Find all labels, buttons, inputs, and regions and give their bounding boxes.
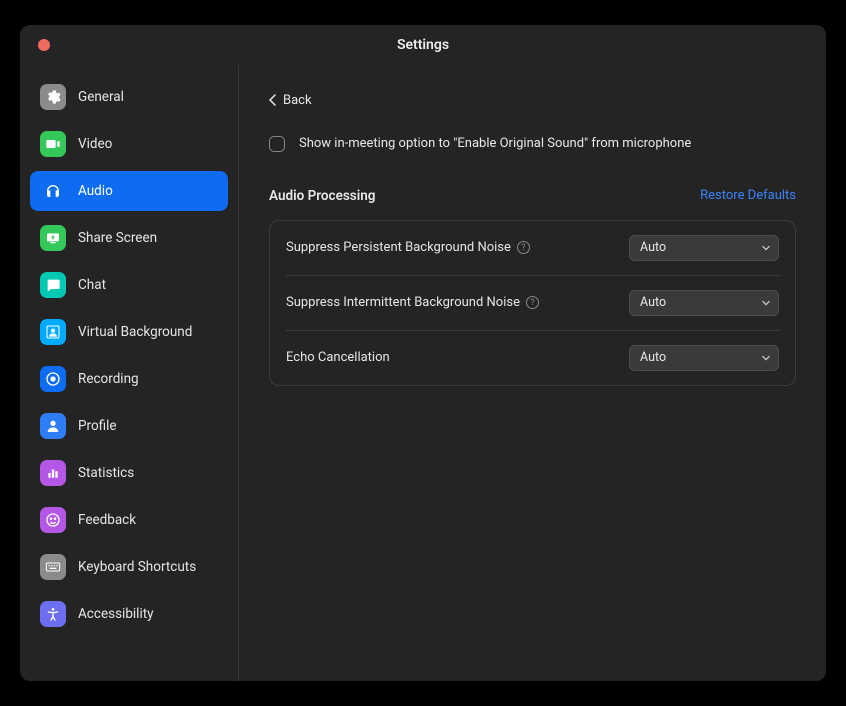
original-sound-checkbox[interactable] — [269, 136, 285, 152]
sidebar-item-label: Profile — [78, 418, 117, 434]
person-bg-icon — [40, 319, 66, 345]
sidebar-item-chat[interactable]: Chat — [30, 265, 228, 305]
row-label: Echo Cancellation — [286, 350, 390, 365]
sidebar-item-label: Statistics — [78, 465, 134, 481]
main-panel: Back Show in-meeting option to "Enable O… — [239, 65, 826, 681]
sidebar-item-recording[interactable]: Recording — [30, 359, 228, 399]
sidebar-item-label: Video — [78, 136, 112, 152]
help-icon[interactable]: ? — [517, 241, 530, 254]
sidebar-item-general[interactable]: General — [30, 77, 228, 117]
sidebar-item-label: Chat — [78, 277, 106, 293]
row-label: Suppress Persistent Background Noise? — [286, 240, 530, 255]
back-button[interactable]: Back — [269, 93, 312, 108]
restore-defaults-link[interactable]: Restore Defaults — [700, 188, 796, 203]
sidebar-item-label: Feedback — [78, 512, 136, 528]
video-icon — [40, 131, 66, 157]
panel-row: Echo Cancellation Auto — [286, 331, 779, 385]
close-window-button[interactable] — [38, 39, 50, 51]
screen-icon — [40, 225, 66, 251]
chevron-left-icon — [269, 94, 277, 106]
panel-row: Suppress Intermittent Background Noise? A… — [286, 276, 779, 331]
row-dropdown[interactable]: Auto — [629, 235, 779, 261]
traffic-lights — [38, 39, 50, 51]
sidebar-item-feedback[interactable]: Feedback — [30, 500, 228, 540]
sidebar-item-keyboard-shortcuts[interactable]: Keyboard Shortcuts — [30, 547, 228, 587]
bars-icon — [40, 460, 66, 486]
sidebar-item-video[interactable]: Video — [30, 124, 228, 164]
sidebar-item-label: Audio — [78, 183, 113, 199]
settings-window: Settings General Video Audio Share Screen Ch… — [20, 25, 826, 681]
sidebar-item-accessibility[interactable]: Accessibility — [30, 594, 228, 634]
sidebar-item-virtual-background[interactable]: Virtual Background — [30, 312, 228, 352]
row-label: Suppress Intermittent Background Noise? — [286, 295, 539, 310]
gear-icon — [40, 84, 66, 110]
sidebar: General Video Audio Share Screen Chat Virtual… — [20, 65, 239, 681]
chevron-down-icon — [762, 245, 770, 251]
sidebar-item-audio[interactable]: Audio — [30, 171, 228, 211]
sidebar-item-label: Accessibility — [78, 606, 154, 622]
sidebar-item-profile[interactable]: Profile — [30, 406, 228, 446]
audio-processing-panel: Suppress Persistent Background Noise? Aut… — [269, 220, 796, 386]
sidebar-item-label: Keyboard Shortcuts — [78, 559, 196, 575]
sidebar-item-label: Recording — [78, 371, 139, 387]
chevron-down-icon — [762, 355, 770, 361]
section-title: Audio Processing — [269, 188, 375, 204]
row-dropdown[interactable]: Auto — [629, 345, 779, 371]
accessibility-icon — [40, 601, 66, 627]
keyboard-icon — [40, 554, 66, 580]
original-sound-label: Show in-meeting option to "Enable Origin… — [299, 136, 691, 151]
sidebar-item-share-screen[interactable]: Share Screen — [30, 218, 228, 258]
row-dropdown[interactable]: Auto — [629, 290, 779, 316]
record-icon — [40, 366, 66, 392]
section-header: Audio Processing Restore Defaults — [269, 188, 796, 204]
titlebar: Settings — [20, 25, 826, 65]
smile-icon — [40, 507, 66, 533]
content: General Video Audio Share Screen Chat Virtual… — [20, 65, 826, 681]
sidebar-item-label: Virtual Background — [78, 324, 192, 340]
help-icon[interactable]: ? — [526, 296, 539, 309]
sidebar-item-statistics[interactable]: Statistics — [30, 453, 228, 493]
headphones-icon — [40, 178, 66, 204]
window-title: Settings — [20, 37, 826, 53]
chevron-down-icon — [762, 300, 770, 306]
sidebar-item-label: General — [78, 89, 124, 105]
chat-icon — [40, 272, 66, 298]
person-icon — [40, 413, 66, 439]
panel-row: Suppress Persistent Background Noise? Aut… — [286, 221, 779, 276]
back-label: Back — [283, 93, 312, 108]
original-sound-option: Show in-meeting option to "Enable Origin… — [269, 136, 796, 152]
sidebar-item-label: Share Screen — [78, 230, 157, 246]
